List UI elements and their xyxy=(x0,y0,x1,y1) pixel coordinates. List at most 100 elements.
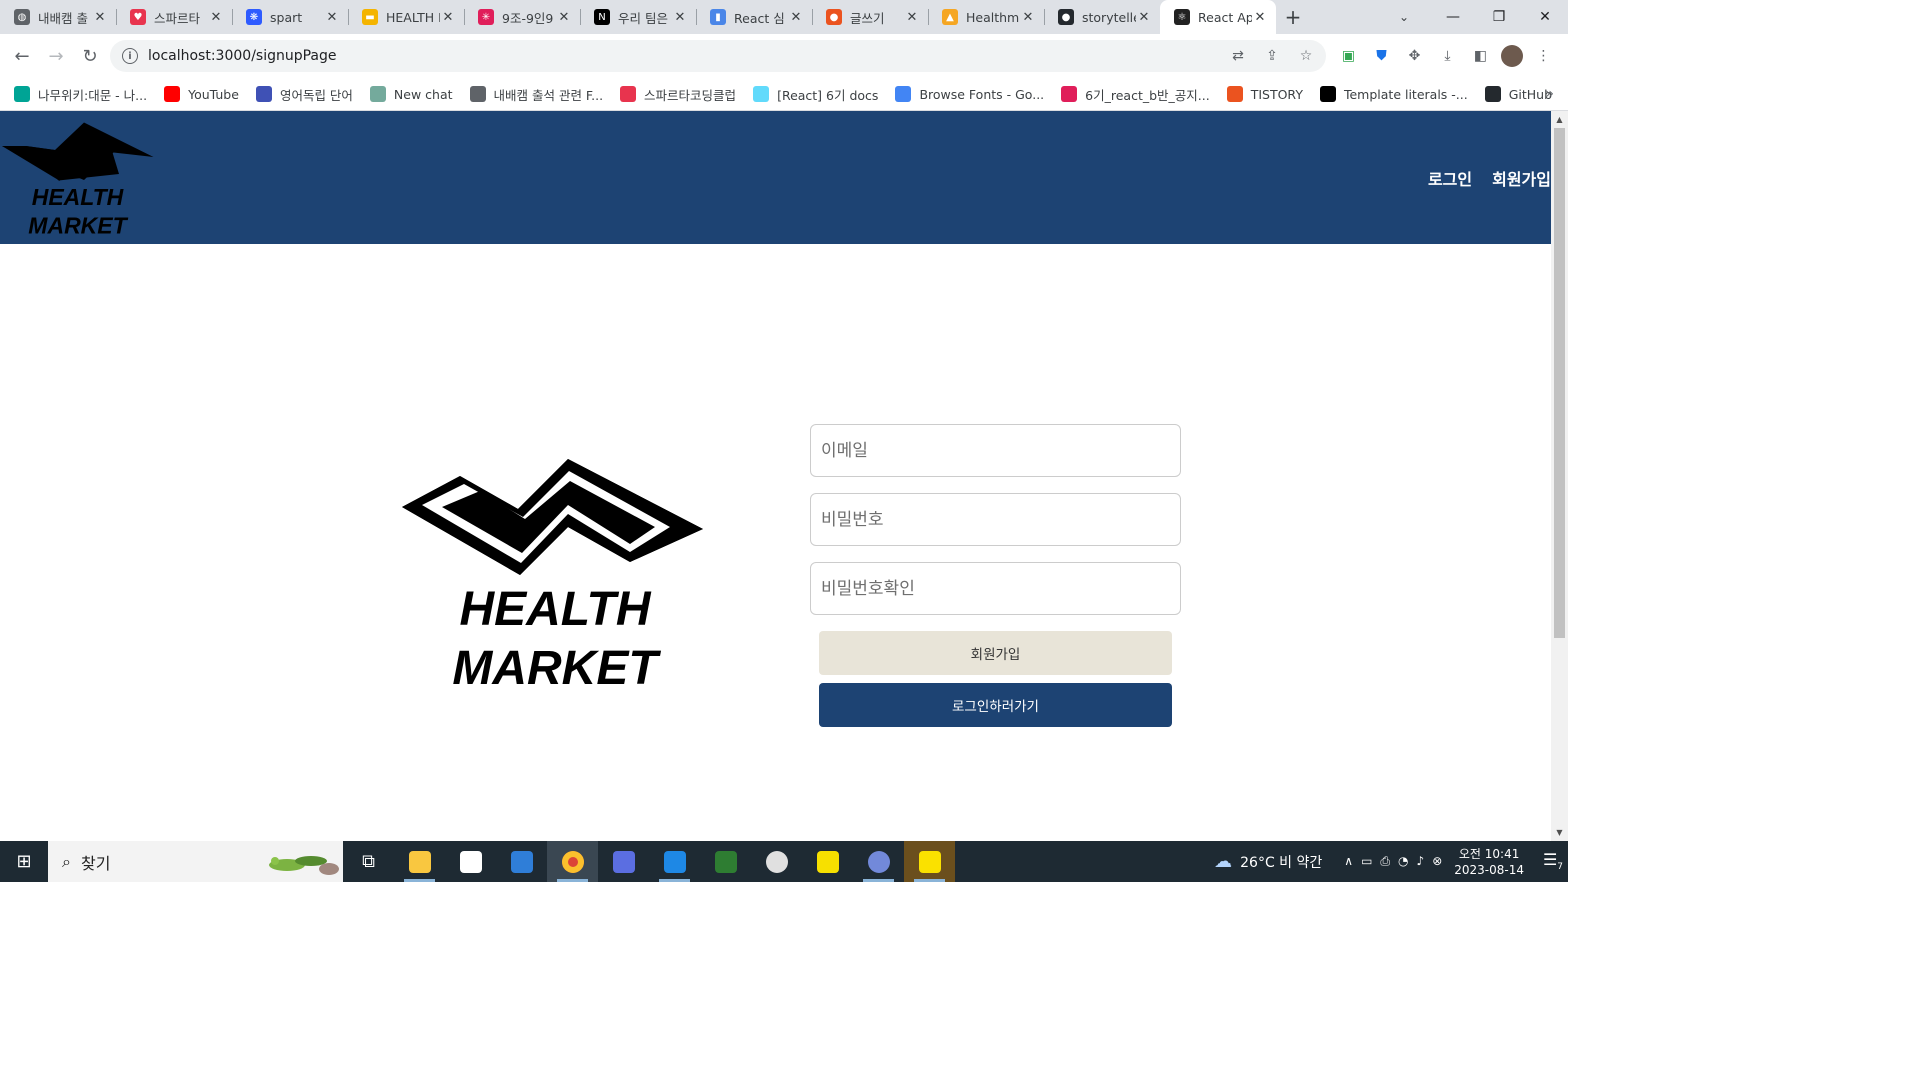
sticky-notes-icon[interactable] xyxy=(802,841,853,882)
browser-tab[interactable]: ✳ 9조-9인9 ✕ xyxy=(464,0,580,34)
tab-title: 내배캠 출 xyxy=(38,10,88,26)
scroll-down-icon[interactable]: ▼ xyxy=(1551,824,1568,841)
volume-icon[interactable]: ♪ xyxy=(1417,854,1425,869)
bookmarks-more-icon[interactable]: » xyxy=(1545,86,1554,102)
mail-icon[interactable] xyxy=(496,841,547,882)
go-to-login-button[interactable]: 로그인하러가기 xyxy=(819,683,1172,727)
bookmark-item[interactable]: 영어독립 단어 xyxy=(255,85,353,104)
microsoft-store-icon[interactable] xyxy=(445,841,496,882)
taskbar-search-box[interactable]: ⌕ 찾기 xyxy=(48,841,343,882)
browser-tab[interactable]: ⚛ React Ap ✕ xyxy=(1160,0,1276,34)
tab-title: React 심 xyxy=(734,10,785,26)
chevron-up-icon[interactable]: ∧ xyxy=(1344,854,1353,869)
bookmark-item[interactable]: TISTORY xyxy=(1226,86,1303,102)
browser-tab[interactable]: ◍ 내배캠 출 ✕ xyxy=(0,0,116,34)
extensions-bar: ▣ ⛊ ✥ ⤓ ◧ ⋮ xyxy=(1336,40,1556,72)
main-logo: HEALTH MARKET xyxy=(402,459,703,689)
browser-tab[interactable]: ❋ spart ✕ xyxy=(232,0,348,34)
bookmark-item[interactable]: Template literals -... xyxy=(1319,86,1468,102)
slides-icon: ▬ xyxy=(362,9,378,25)
file-explorer-icon[interactable] xyxy=(394,841,445,882)
bookmark-star-icon[interactable]: ☆ xyxy=(1294,44,1318,68)
extension-shield-icon[interactable]: ⛊ xyxy=(1369,40,1394,72)
scrollbar-thumb[interactable] xyxy=(1554,128,1565,638)
bookmark-item[interactable]: New chat xyxy=(369,86,453,102)
extension-screen-icon[interactable]: ▣ xyxy=(1336,40,1361,72)
chrome-icon[interactable] xyxy=(547,841,598,882)
tab-close-icon[interactable]: ✕ xyxy=(904,10,920,25)
paint-icon[interactable] xyxy=(751,841,802,882)
tab-close-icon[interactable]: ✕ xyxy=(208,10,224,25)
windows-start-icon[interactable]: ⊞ xyxy=(0,841,48,882)
download-icon[interactable]: ⤓ xyxy=(1435,40,1460,72)
sourcetree-icon[interactable] xyxy=(700,841,751,882)
browser-tab[interactable]: N 우리 팀은 ✕ xyxy=(580,0,696,34)
site-info-icon[interactable]: i xyxy=(122,48,138,64)
side-panel-icon[interactable]: ◧ xyxy=(1468,40,1493,72)
clock-time: 오전 10:41 xyxy=(1458,846,1520,861)
page-scrollbar[interactable]: ▲ ▼ xyxy=(1551,111,1568,841)
tab-close-icon[interactable]: ✕ xyxy=(788,10,804,25)
bookmark-item[interactable]: [React] 6기 docs xyxy=(753,85,878,104)
bookmark-item[interactable]: Browse Fonts - Go... xyxy=(895,86,1044,102)
browser-tab[interactable]: ● storytelle ✕ xyxy=(1044,0,1160,34)
wifi-icon[interactable]: ◔ xyxy=(1398,854,1408,869)
bookmark-item[interactable]: 스파르타코딩클럽 xyxy=(620,85,736,104)
bookmark-item[interactable]: YouTube xyxy=(164,86,239,102)
nav-signup-link[interactable]: 회원가입 xyxy=(1492,166,1551,190)
bookmark-label: TISTORY xyxy=(1250,86,1303,102)
window-controls: — ❐ ✕ xyxy=(1430,0,1568,34)
mute-badge-icon[interactable]: ⊗ xyxy=(1432,854,1442,869)
tab-search-icon[interactable]: ⌄ xyxy=(1388,0,1420,34)
tab-close-icon[interactable]: ✕ xyxy=(440,10,456,25)
close-window-icon[interactable]: ✕ xyxy=(1522,0,1568,34)
battery-icon[interactable]: ▭ xyxy=(1361,854,1372,869)
bookmark-item[interactable]: 나무위키:대문 - 나... xyxy=(14,85,147,104)
task-view-icon[interactable]: ⧉ xyxy=(343,841,394,882)
share-icon[interactable]: ⇪ xyxy=(1260,44,1284,68)
back-icon[interactable]: ← xyxy=(6,40,38,72)
bookmark-item[interactable]: GitHub xyxy=(1484,86,1552,102)
clock-date: 2023-08-14 xyxy=(1454,862,1524,877)
bookmark-item[interactable]: 내배캠 출석 관련 F... xyxy=(469,85,603,104)
address-bar[interactable]: i localhost:3000/signupPage ⇄ ⇪ ☆ xyxy=(110,40,1326,72)
browser-tab[interactable]: ▬ HEALTH M✕ xyxy=(348,0,464,34)
scroll-up-icon[interactable]: ▲ xyxy=(1551,111,1568,128)
forward-icon[interactable]: → xyxy=(40,40,72,72)
notification-center-icon[interactable]: ☰7 xyxy=(1538,850,1568,872)
menu-kebab-icon[interactable]: ⋮ xyxy=(1531,40,1556,72)
extensions-puzzle-icon[interactable]: ✥ xyxy=(1402,40,1427,72)
password-confirm-input[interactable] xyxy=(810,562,1181,615)
camera-icon[interactable]: ⎙ xyxy=(1380,854,1390,869)
browser-tab[interactable]: ♥ 스파르타 ✕ xyxy=(116,0,232,34)
minimize-icon[interactable]: — xyxy=(1430,0,1476,34)
header-logo[interactable]: HEALTH MARKET xyxy=(0,121,155,239)
tab-close-icon[interactable]: ✕ xyxy=(1020,10,1036,25)
tab-close-icon[interactable]: ✕ xyxy=(324,10,340,25)
nav-login-link[interactable]: 로그인 xyxy=(1428,166,1472,190)
browser-tab[interactable]: ● 글쓰기 ✕ xyxy=(812,0,928,34)
app-blue-icon[interactable] xyxy=(598,841,649,882)
bookmark-item[interactable]: 6기_react_b반_공지... xyxy=(1061,85,1210,104)
translate-icon[interactable]: ⇄ xyxy=(1226,44,1250,68)
maximize-icon[interactable]: ❐ xyxy=(1476,0,1522,34)
signup-button[interactable]: 회원가입 xyxy=(819,631,1172,675)
tab-close-icon[interactable]: ✕ xyxy=(1252,10,1268,25)
reload-icon[interactable]: ↻ xyxy=(74,40,106,72)
kakaotalk-icon[interactable] xyxy=(904,841,955,882)
tab-close-icon[interactable]: ✕ xyxy=(672,10,688,25)
url-text[interactable]: localhost:3000/signupPage xyxy=(148,48,337,64)
browser-tab[interactable]: ▲ Healthma✕ xyxy=(928,0,1044,34)
vscode-icon[interactable] xyxy=(649,841,700,882)
weather-widget[interactable]: ☁ 26°C 비 약간 xyxy=(1214,851,1322,872)
password-input[interactable] xyxy=(810,493,1181,546)
browser-tab[interactable]: ▮ React 심 ✕ xyxy=(696,0,812,34)
new-tab-button[interactable]: + xyxy=(1276,0,1310,34)
taskbar-clock[interactable]: 오전 10:41 2023-08-14 xyxy=(1454,846,1524,878)
discord-icon[interactable] xyxy=(853,841,904,882)
tab-close-icon[interactable]: ✕ xyxy=(1136,10,1152,25)
profile-avatar[interactable] xyxy=(1501,45,1523,67)
tab-close-icon[interactable]: ✕ xyxy=(556,10,572,25)
tab-close-icon[interactable]: ✕ xyxy=(92,10,108,25)
email-input[interactable] xyxy=(810,424,1181,477)
